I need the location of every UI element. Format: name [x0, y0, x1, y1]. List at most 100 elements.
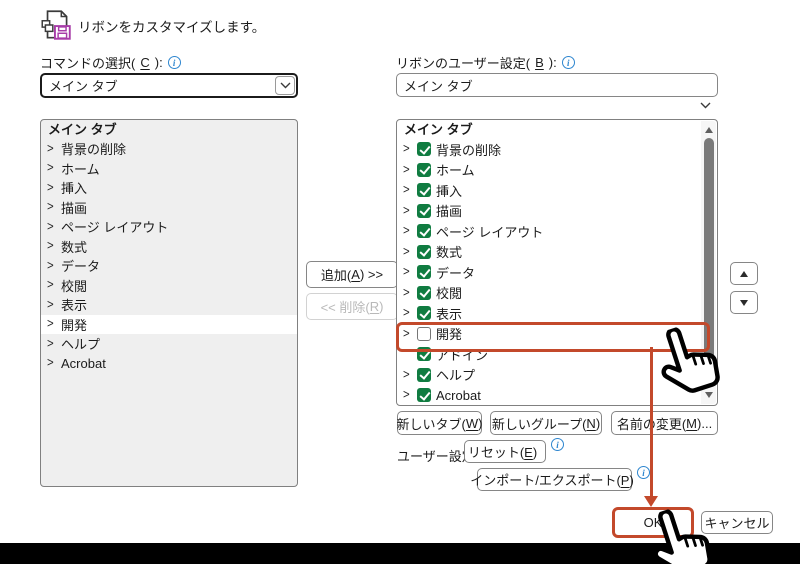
list-item[interactable]: > 表示 — [41, 295, 297, 315]
list-item[interactable]: > ホーム — [41, 159, 297, 179]
list-item[interactable]: > 数式 — [41, 237, 297, 257]
rename-button[interactable]: 名前の変更(M)... — [611, 411, 718, 435]
list-item[interactable]: > 描画 — [397, 201, 717, 222]
expand-chevron-icon[interactable]: > — [403, 163, 412, 177]
move-down-button[interactable] — [730, 291, 758, 314]
expand-chevron-icon[interactable]: > — [403, 388, 412, 402]
expand-chevron-icon[interactable]: > — [47, 200, 56, 214]
list-item[interactable]: > 挿入 — [397, 180, 717, 201]
commands-list[interactable]: メイン タブ > 背景の削除 > ホーム > 挿入 > 描画 > ページ レイアウト > 数式 > データ… — [40, 119, 298, 487]
list-item-label: ページ レイアウト — [436, 224, 544, 240]
expand-chevron-icon[interactable]: > — [403, 286, 412, 300]
checkbox-checked[interactable] — [417, 162, 431, 177]
list-item-label: 背景の削除 — [61, 142, 127, 158]
list-item-label: 校閲 — [61, 278, 88, 294]
list-item[interactable]: > ページ レイアウト — [41, 217, 297, 237]
list-item-label: 表示 — [436, 306, 463, 322]
expand-chevron-icon[interactable]: > — [403, 224, 412, 238]
expand-chevron-icon[interactable]: > — [47, 142, 56, 156]
list-item[interactable]: > 開発 — [41, 314, 297, 334]
list-item-label: Acrobat — [61, 355, 106, 371]
list-item-label: 描画 — [436, 204, 463, 220]
expand-chevron-icon[interactable]: > — [47, 278, 56, 292]
list-item-label: 表示 — [61, 298, 88, 314]
checkbox-checked[interactable] — [417, 224, 431, 239]
reset-button[interactable]: リセット(E) — [464, 440, 546, 463]
expand-chevron-icon[interactable]: > — [47, 220, 56, 234]
list-item[interactable]: > 挿入 — [41, 178, 297, 198]
expand-chevron-icon[interactable]: > — [47, 161, 56, 175]
add-button[interactable]: 追加(A) >> — [306, 261, 398, 288]
list-item-label: ホーム — [61, 161, 100, 177]
expand-chevron-icon[interactable]: > — [403, 368, 412, 382]
info-icon[interactable]: i — [637, 466, 650, 479]
customize-ribbon-label: リボンのユーザー設定(B): i — [396, 53, 575, 72]
checkbox-checked[interactable] — [417, 306, 431, 321]
list-item-label: 描画 — [61, 200, 88, 216]
list-group-header: メイン タブ — [48, 122, 117, 137]
expand-chevron-icon[interactable]: > — [47, 337, 56, 351]
checkbox-checked[interactable] — [417, 142, 431, 157]
expand-chevron-icon[interactable]: > — [403, 183, 412, 197]
checkbox-checked[interactable] — [417, 203, 431, 218]
checkbox-checked[interactable] — [417, 388, 431, 403]
list-item[interactable]: > 数式 — [397, 242, 717, 263]
list-item[interactable]: > 校閲 — [397, 283, 717, 304]
expand-chevron-icon[interactable]: > — [403, 204, 412, 218]
customize-ribbon-icon — [41, 10, 71, 40]
expand-chevron-icon[interactable]: > — [47, 356, 56, 370]
expand-chevron-icon[interactable]: > — [47, 317, 56, 331]
scroll-up-icon[interactable] — [704, 127, 713, 133]
list-item[interactable]: > データ — [41, 256, 297, 276]
dialog-title: リボンをカスタマイズします。 — [78, 20, 266, 35]
checkbox-checked[interactable] — [417, 265, 431, 280]
expand-chevron-icon[interactable]: > — [403, 265, 412, 279]
list-item[interactable]: > 背景の削除 — [41, 139, 297, 159]
expand-chevron-icon[interactable]: > — [403, 142, 412, 156]
expand-chevron-icon[interactable]: > — [47, 259, 56, 273]
list-group-header: メイン タブ — [404, 122, 473, 137]
expand-chevron-icon[interactable]: > — [403, 245, 412, 259]
checkbox-checked[interactable] — [417, 183, 431, 198]
chevron-down-icon[interactable] — [275, 76, 295, 95]
expand-chevron-icon[interactable]: > — [403, 306, 412, 320]
checkbox-checked[interactable] — [417, 244, 431, 259]
import-export-button[interactable]: インポート/エクスポート(P) — [470, 468, 634, 491]
list-item[interactable]: > ページ レイアウト — [397, 221, 717, 242]
remove-button: << 削除(R) — [306, 293, 398, 320]
list-item-label: データ — [436, 265, 476, 281]
list-item[interactable]: > Acrobat — [41, 354, 297, 374]
choose-commands-label: コマンドの選択(C): i — [40, 53, 181, 72]
list-item-label: 挿入 — [61, 181, 88, 197]
move-up-button[interactable] — [730, 262, 758, 285]
checkbox-checked[interactable] — [417, 367, 431, 382]
list-item-label: 数式 — [436, 245, 463, 261]
dropdown-selected-value: メイン タブ — [404, 78, 473, 94]
new-tab-button[interactable]: 新しいタブ(W) — [397, 411, 482, 435]
list-item[interactable]: > ホーム — [397, 160, 717, 181]
info-icon[interactable]: i — [167, 56, 181, 69]
list-item-label: ホーム — [436, 163, 475, 179]
expand-chevron-icon[interactable]: > — [47, 298, 56, 312]
new-group-button[interactable]: 新しいグループ(N) — [490, 411, 602, 435]
info-icon[interactable]: i — [551, 438, 564, 451]
list-item[interactable]: > 背景の削除 — [397, 139, 717, 160]
choose-commands-dropdown[interactable]: メイン タブ — [40, 73, 298, 98]
expand-chevron-icon[interactable]: > — [47, 239, 56, 253]
list-item[interactable]: > 描画 — [41, 198, 297, 218]
up-arrow-icon — [740, 270, 748, 277]
list-item-label: 数式 — [61, 239, 88, 255]
list-item[interactable]: > データ — [397, 262, 717, 283]
expand-chevron-icon[interactable]: > — [47, 181, 56, 195]
list-item-label: Acrobat — [436, 387, 481, 403]
info-icon[interactable]: i — [561, 56, 575, 69]
list-item[interactable]: > 校閲 — [41, 276, 297, 296]
list-item-label: ヘルプ — [61, 337, 101, 353]
list-item-label: 挿入 — [436, 183, 463, 199]
customize-ribbon-dropdown[interactable]: メイン タブ — [396, 73, 718, 109]
list-item[interactable]: > ヘルプ — [41, 334, 297, 354]
list-item[interactable]: > 表示 — [397, 303, 717, 324]
list-item-label: 開発 — [61, 317, 88, 333]
checkbox-checked[interactable] — [417, 285, 431, 300]
list-item-label: 校閲 — [436, 286, 463, 302]
